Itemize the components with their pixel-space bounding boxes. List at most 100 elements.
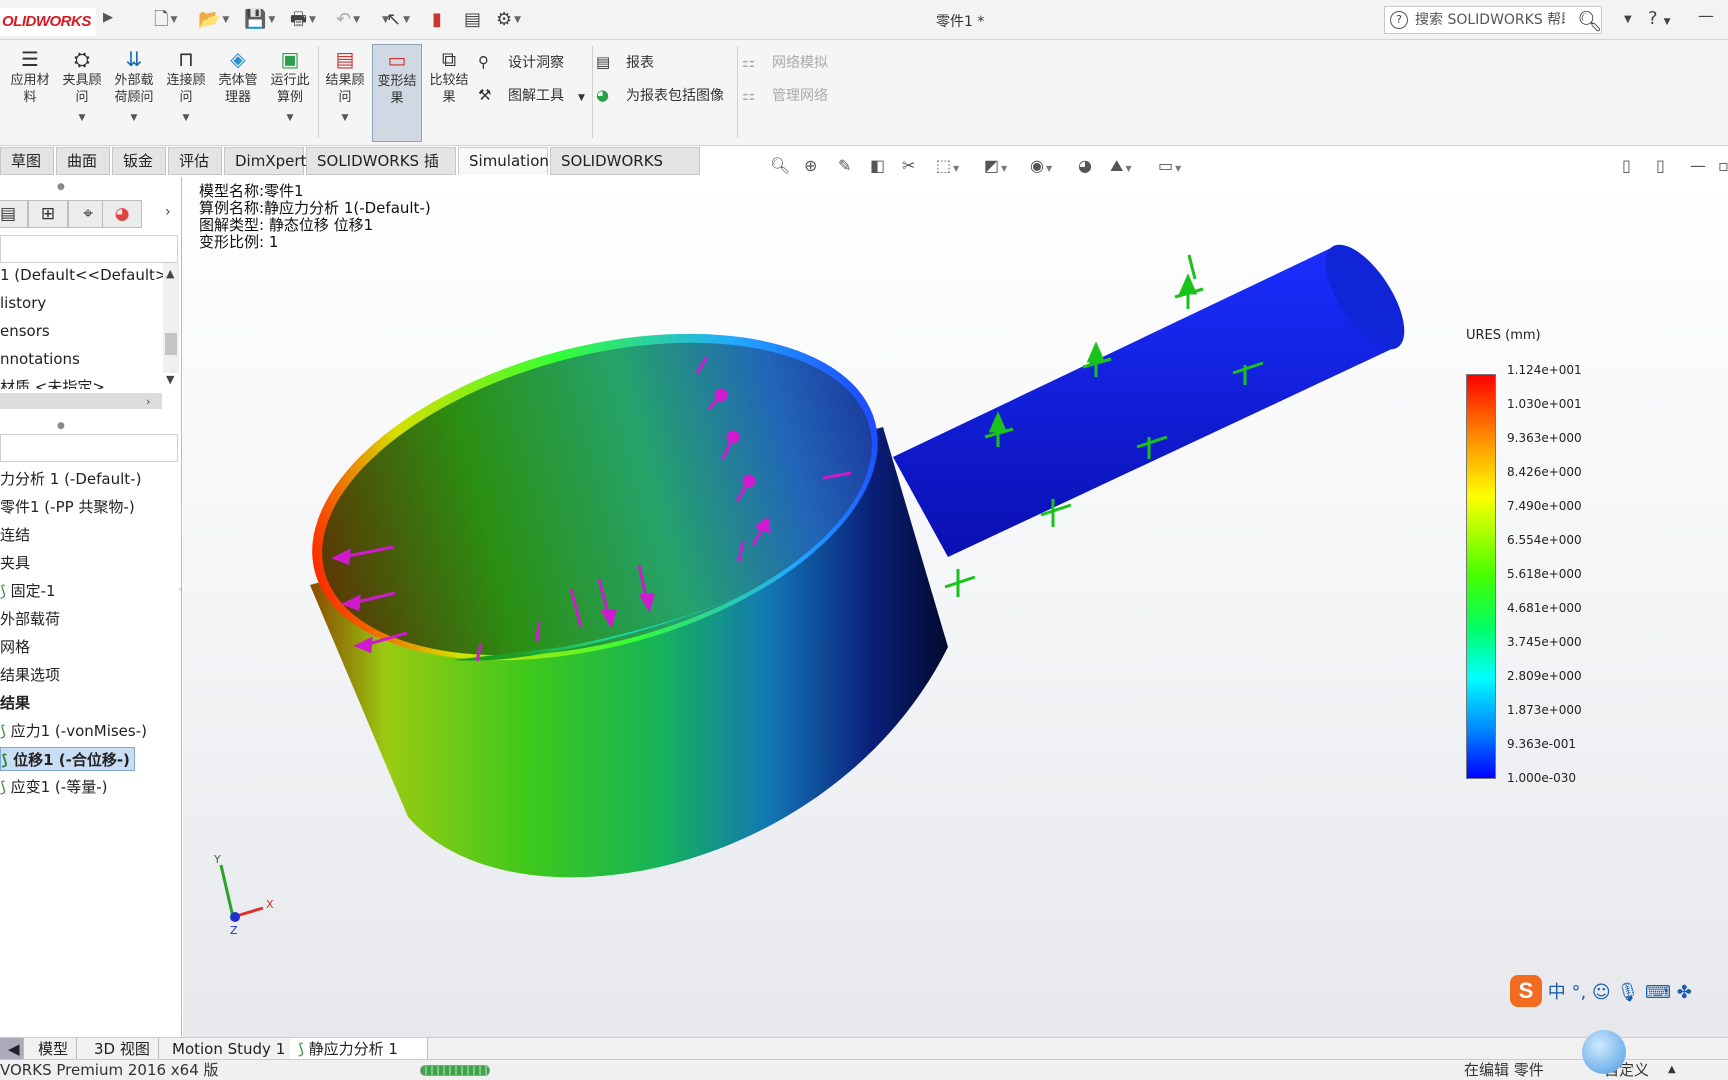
section-view-icon[interactable]: ◧ bbox=[870, 156, 885, 175]
tab-static-study[interactable]: ⟆ 静应力分析 1 bbox=[290, 1038, 428, 1060]
fixture-advisor-button[interactable]: ⛭ 夹具顾 问 ▼ bbox=[58, 44, 106, 142]
tree-item-material[interactable]: 材质 <未指定> bbox=[0, 375, 105, 389]
study-tree-results[interactable]: 结果 bbox=[0, 691, 30, 715]
tab-model[interactable]: 模型 bbox=[30, 1038, 78, 1060]
apply-material-button[interactable]: ☰ 应用材 料 bbox=[4, 44, 56, 142]
display-style-icon[interactable]: ◩ ▼ bbox=[984, 156, 1007, 175]
chevron-down-icon[interactable]: ▼ bbox=[264, 110, 316, 127]
study-tree-part[interactable]: 零件1 (-PP 共聚物-) bbox=[0, 495, 135, 519]
compare-results-button[interactable]: ⧉ 比较结 果 bbox=[424, 44, 474, 142]
search-dropdown-icon[interactable]: ▼ bbox=[1624, 8, 1632, 32]
study-tree-stress1[interactable]: ⟆ 应力1 (-vonMises-) bbox=[0, 719, 147, 743]
study-tree-displacement1[interactable]: ⟆ 位移1 (-合位移-) bbox=[0, 747, 135, 771]
study-tree-root[interactable]: 力分析 1 (-Default-) bbox=[0, 467, 141, 491]
results-advisor-button[interactable]: ▤ 结果顾 问 ▼ bbox=[320, 44, 370, 142]
study-tree-external-loads[interactable]: 外部载荷 bbox=[0, 607, 60, 631]
chevron-down-icon[interactable]: ▼ bbox=[578, 93, 585, 103]
study-tree-connections[interactable]: 连结 bbox=[0, 523, 30, 547]
new-file-icon[interactable]: 🗋 ▼ bbox=[154, 8, 177, 32]
chevron-down-icon[interactable]: ▼ bbox=[58, 110, 106, 127]
study-tree-fixed-1[interactable]: ⟆ 固定-1 bbox=[0, 579, 56, 603]
appearance-icon[interactable]: ◕ bbox=[1078, 156, 1092, 175]
menu-expand-icon[interactable]: ▶ bbox=[103, 10, 113, 25]
tab-surface[interactable]: 曲面 bbox=[56, 147, 110, 175]
scene-icon[interactable]: ⛰ ▼ bbox=[1110, 156, 1132, 176]
tab-simulation[interactable]: Simulation bbox=[458, 147, 549, 175]
scroll-up-icon[interactable]: ▲ bbox=[166, 267, 174, 280]
scroll-down-icon[interactable]: ▼ bbox=[166, 373, 174, 386]
split-right-icon[interactable]: ▯ bbox=[1656, 156, 1665, 175]
report-button[interactable]: ▤ 报表 bbox=[596, 51, 654, 73]
study-tree-mesh[interactable]: 网格 bbox=[0, 635, 30, 659]
study-filter[interactable] bbox=[0, 434, 178, 462]
print-icon[interactable]: 🖶 ▼ bbox=[290, 8, 316, 32]
tab-evaluate[interactable]: 评估 bbox=[168, 147, 222, 175]
include-image-button[interactable]: ◕ 为报表包括图像 bbox=[596, 84, 724, 106]
tab-sheet-metal[interactable]: 钣金 bbox=[112, 147, 166, 175]
property-manager-tab[interactable]: ⊞ bbox=[28, 200, 68, 228]
tab-addins[interactable]: SOLIDWORKS 插件 bbox=[306, 147, 456, 196]
view-settings-icon[interactable]: ▭ ▼ bbox=[1158, 156, 1181, 175]
help-icon[interactable]: ? ▼ bbox=[1648, 8, 1670, 29]
tab-scroll-icon[interactable]: ◀ bbox=[0, 1038, 24, 1060]
viewport-minimize-icon[interactable]: — bbox=[1690, 156, 1706, 175]
study-tree-fixtures[interactable]: 夹具 bbox=[0, 551, 30, 575]
undo-icon[interactable]: ↶ ▼ bbox=[336, 8, 360, 32]
hide-show-icon[interactable]: ◉ ▼ bbox=[1030, 156, 1052, 175]
options-gear-icon[interactable]: ⚙ ▼ bbox=[496, 8, 521, 32]
chevron-down-icon[interactable]: ▼ bbox=[108, 110, 160, 127]
chevron-down-icon[interactable]: ▼ bbox=[320, 110, 370, 127]
help-circle-icon[interactable]: ? bbox=[1390, 11, 1408, 29]
ime-toolbar[interactable]: S 中 °, ☺ 🎙︎ ⌨ ✤ bbox=[1510, 975, 1692, 1009]
minimize-button[interactable]: — bbox=[1698, 6, 1714, 25]
panel-grip[interactable]: ● bbox=[57, 182, 65, 192]
study-tree-result-options[interactable]: 结果选项 bbox=[0, 663, 60, 687]
chevron-right-icon[interactable]: › bbox=[165, 204, 171, 220]
tab-3d-view[interactable]: 3D 视图 bbox=[86, 1038, 159, 1060]
scroll-right-icon[interactable]: › bbox=[146, 395, 150, 408]
keyboard-icon[interactable]: ⌨ bbox=[1645, 982, 1671, 1003]
tab-dimxpert[interactable]: DimXpert bbox=[224, 147, 306, 175]
viewport-restore-icon[interactable]: ▫ bbox=[1718, 156, 1728, 175]
scroll-thumb[interactable] bbox=[165, 333, 177, 355]
tree-item-sensors[interactable]: ensors bbox=[0, 319, 50, 343]
view-orientation-icon[interactable]: ⬚ ▼ bbox=[936, 156, 959, 175]
select-icon[interactable]: ↖ ▼ bbox=[386, 8, 410, 32]
zoom-fit-icon[interactable]: 🔍︎ bbox=[770, 156, 790, 175]
rebuild-icon[interactable]: ▮ bbox=[432, 8, 442, 32]
tree-item-part[interactable]: 1 (Default<<Default>_ bbox=[0, 263, 175, 287]
external-loads-button[interactable]: ⇊ 外部载 荷顾问 ▼ bbox=[108, 44, 160, 142]
open-file-icon[interactable]: 📂 ▼ bbox=[198, 8, 229, 32]
split-left-icon[interactable]: ▯ bbox=[1622, 156, 1631, 175]
chevron-up-icon[interactable]: ▲ bbox=[1668, 1060, 1676, 1080]
graphics-area[interactable]: 模型名称:零件1 算例名称:静应力分析 1(-Default-) 图解类型: 静… bbox=[183, 177, 1728, 1037]
study-tree-strain1[interactable]: ⟆ 应变1 (-等量-) bbox=[0, 775, 107, 799]
chevron-down-icon[interactable]: ▼ bbox=[162, 110, 210, 127]
tab-motion-study[interactable]: Motion Study 1 bbox=[164, 1038, 295, 1060]
shell-manager-button[interactable]: ◈ 壳体管 理器 bbox=[212, 44, 264, 142]
display-manager-tab[interactable]: ◕ bbox=[102, 200, 142, 228]
manage-mesh-button[interactable]: ⚏ 管理网络 bbox=[742, 84, 828, 106]
panel-grip[interactable]: ● bbox=[57, 421, 65, 431]
simulation-model-render[interactable]: Y X Z bbox=[183, 177, 1728, 1037]
file-properties-icon[interactable]: ▤ bbox=[464, 8, 481, 32]
feature-tree-tab[interactable]: ▤ bbox=[0, 200, 28, 228]
skin-icon[interactable]: ✤ bbox=[1677, 982, 1692, 1003]
floating-assistant-icon[interactable] bbox=[1582, 1030, 1626, 1074]
search-icon[interactable]: 🔍︎ bbox=[1577, 9, 1602, 33]
tab-mbd[interactable]: SOLIDWORKS MBD bbox=[550, 147, 700, 196]
mic-icon[interactable]: 🎙︎ bbox=[1616, 982, 1639, 1003]
emoji-icon[interactable]: ☺ bbox=[1592, 982, 1611, 1003]
mesh-sim-button[interactable]: ⚏ 网络模拟 bbox=[742, 51, 828, 73]
zoom-area-icon[interactable]: ⊕ bbox=[804, 156, 817, 175]
help-search-input[interactable] bbox=[1415, 10, 1565, 30]
tree-item-history[interactable]: listory bbox=[0, 291, 46, 315]
dynamic-annotation-icon[interactable]: ✂ bbox=[902, 156, 915, 175]
plot-tools-button[interactable]: ⚒ 图解工具 ▼ bbox=[478, 84, 585, 106]
design-insight-button[interactable]: ⚲ 设计洞察 bbox=[478, 51, 564, 73]
run-study-button[interactable]: ▣ 运行此 算例 ▼ bbox=[264, 44, 316, 142]
save-icon[interactable]: 💾 ▼ bbox=[244, 8, 275, 32]
connections-advisor-button[interactable]: ⊓ 连接顾 问 ▼ bbox=[162, 44, 210, 142]
tree-item-annotations[interactable]: nnotations bbox=[0, 347, 80, 371]
feature-filter[interactable] bbox=[0, 235, 178, 263]
